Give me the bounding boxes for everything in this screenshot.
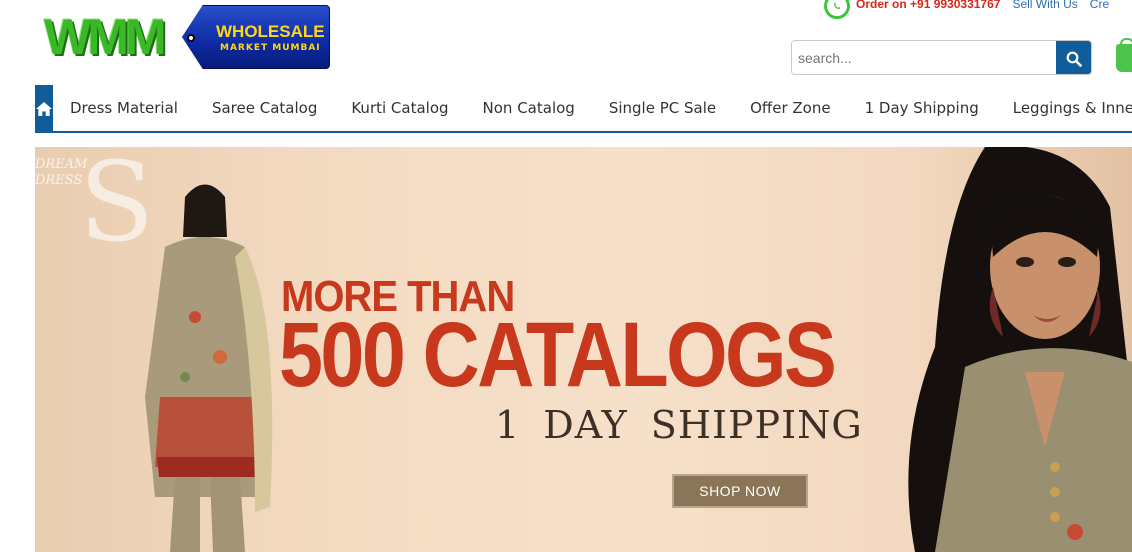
cart-bag-icon[interactable] xyxy=(1116,38,1132,72)
banner-subheadline: 1 DAY SHIPPING xyxy=(495,403,863,447)
banner-watermark: DREAM DRESS xyxy=(35,157,88,188)
top-bar: Order on +91 9930331767 Sell With Us Cre xyxy=(824,0,1121,19)
whatsapp-icon[interactable] xyxy=(824,0,850,19)
site-logo[interactable]: WMM WHOLESALE MARKET MUMBAI xyxy=(44,4,330,70)
search-input[interactable] xyxy=(792,41,1056,74)
nav-item-dress-material[interactable]: Dress Material xyxy=(53,85,195,131)
sell-with-us-link[interactable]: Sell With Us xyxy=(1012,0,1077,11)
nav-item-single-pc-sale[interactable]: Single PC Sale xyxy=(592,85,733,131)
logo-subtitle: MARKET MUMBAI xyxy=(220,43,321,53)
page: WMM WHOLESALE MARKET MUMBAI Order on +91… xyxy=(0,0,1132,552)
nav-item-leggings-inners[interactable]: Leggings & Inners xyxy=(996,85,1132,131)
nav-home-button[interactable] xyxy=(35,85,53,133)
logo-wordmark: WMM xyxy=(44,9,166,65)
nav-item-saree-catalog[interactable]: Saree Catalog xyxy=(195,85,334,131)
nav-item-1-day-shipping[interactable]: 1 Day Shipping xyxy=(848,85,996,131)
nav-item-kurti-catalog[interactable]: Kurti Catalog xyxy=(334,85,465,131)
banner-model-left-image xyxy=(145,184,273,552)
logo-title: WHOLESALE xyxy=(216,22,325,41)
nav-item-non-catalog[interactable]: Non Catalog xyxy=(466,85,592,131)
nav-item-offer-zone[interactable]: Offer Zone xyxy=(733,85,848,131)
search-box xyxy=(791,40,1092,75)
hero-banner[interactable]: S DREAM DRESS MORE THAN 500 CATALOGS 1 D… xyxy=(35,147,1132,552)
create-account-link[interactable]: Cre xyxy=(1090,0,1109,11)
search-icon xyxy=(1066,51,1082,67)
logo-tag-hole xyxy=(187,34,195,42)
order-phone-link[interactable]: Order on +91 9930331767 xyxy=(856,0,1000,11)
search-button[interactable] xyxy=(1056,41,1091,74)
shop-now-button[interactable]: SHOP NOW xyxy=(672,474,808,508)
banner-headline-large: 500 CATALOGS xyxy=(279,304,837,406)
main-nav: Dress Material Saree Catalog Kurti Catal… xyxy=(35,85,1132,133)
banner-model-right-image xyxy=(908,147,1132,552)
home-icon xyxy=(36,102,52,116)
